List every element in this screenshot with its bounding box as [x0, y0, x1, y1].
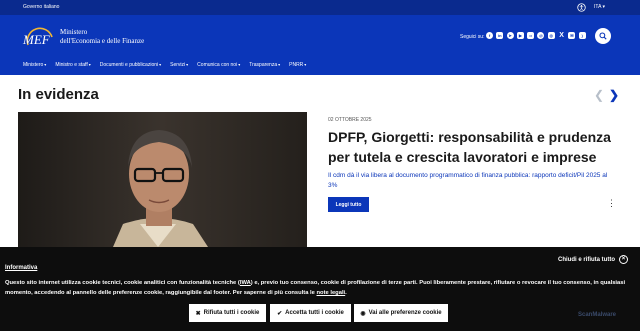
chevron-down-icon: ▾ [159, 62, 162, 67]
social-links: f in ➤ ▶ •• @ ◎ X ✉ ) [486, 32, 589, 39]
accessibility-icon[interactable] [577, 3, 586, 12]
flickr-icon[interactable]: •• [527, 32, 535, 39]
nav-documenti-e-pubblicazioni[interactable]: Documenti e pubblicazioni▾ [100, 62, 161, 68]
organization-name[interactable]: Ministero dell'Economia e delle Finanze [60, 28, 144, 46]
article-date: 02 OTTOBRE 2025 [328, 117, 372, 123]
chevron-down-icon: ▾ [44, 62, 47, 67]
chevron-down-icon: ▾ [88, 62, 91, 67]
article-photo[interactable] [18, 112, 307, 247]
more-options-icon[interactable]: ⋮ [607, 199, 616, 208]
top-strip: Governo italiano ITA ▾ [0, 0, 640, 15]
email-icon[interactable]: ✉ [568, 32, 576, 39]
section-title: In evidenza [18, 86, 99, 103]
search-icon [599, 32, 607, 40]
cookie-preferences-button[interactable]: ◉ Vai alle preferenze cookie [354, 304, 448, 322]
article-summary: Il cdm dà il via libera al documento pro… [328, 172, 608, 189]
follow-label: Seguici su: [460, 34, 485, 40]
telegram-icon[interactable]: ➤ [506, 32, 514, 39]
mef-logo[interactable]: MEF [22, 25, 56, 51]
chevron-down-icon: ▾ [602, 4, 606, 10]
nav-trasparenza[interactable]: Trasparenza▾ [249, 62, 280, 68]
language-selector[interactable]: ITA ▾ [594, 4, 605, 10]
youtube-icon[interactable]: ▶ [516, 32, 524, 39]
nav-ministero[interactable]: Ministero▾ [23, 62, 46, 68]
facebook-icon[interactable]: f [486, 32, 493, 39]
cookie-text: Questo sito internet utilizza cookie tec… [5, 280, 626, 296]
site-header: MEF Ministero dell'Economia e delle Fina… [0, 15, 640, 75]
search-button[interactable] [595, 28, 611, 44]
carousel-next-icon[interactable]: ❯ [609, 89, 619, 101]
chevron-down-icon: ▾ [304, 62, 307, 67]
cookie-banner: Chiudi e rifiuta tutto × Informativa Que… [0, 247, 640, 331]
chevron-down-icon: ▾ [278, 62, 281, 67]
rss-icon[interactable]: ) [578, 32, 586, 39]
nav-ministro-e-staff[interactable]: Ministro e staff▾ [55, 62, 90, 68]
close-and-reject-button[interactable]: Chiudi e rifiuta tutto × [558, 255, 628, 264]
accept-all-cookies-button[interactable]: ✔ Accetta tutti i cookie [270, 304, 351, 322]
scanmalware-watermark: ScanMalware [578, 312, 617, 318]
cookie-title: Informativa [5, 265, 38, 271]
threads-icon[interactable]: @ [537, 32, 545, 39]
government-link[interactable]: Governo italiano [23, 4, 59, 10]
iwa-link[interactable]: IWA [240, 280, 251, 286]
svg-text:MEF: MEF [22, 32, 51, 47]
nav-servizi[interactable]: Servizi▾ [170, 62, 188, 68]
main-nav: Ministero▾ Ministro e staff▾ Documenti e… [23, 62, 315, 68]
eye-icon: ◉ [360, 310, 366, 317]
x-icon[interactable]: X [558, 32, 565, 39]
chevron-down-icon: ▾ [186, 62, 189, 67]
instagram-icon[interactable]: ◎ [547, 32, 555, 39]
legal-notes-link[interactable]: note legali [317, 290, 346, 296]
linkedin-icon[interactable]: in [496, 32, 504, 39]
nav-comunica-con-noi[interactable]: Comunica con noi▾ [197, 62, 240, 68]
close-icon: ✖ [195, 310, 201, 317]
reject-all-cookies-button[interactable]: ✖ Rifiuta tutti i cookie [189, 304, 266, 322]
chevron-down-icon: ▾ [238, 62, 241, 67]
nav-pnrr[interactable]: PNRR▾ [289, 62, 306, 68]
article-headline[interactable]: DPFP, Giorgetti: responsabilità e pruden… [328, 127, 618, 167]
check-icon: ✔ [277, 310, 283, 317]
read-more-button[interactable]: Leggi tutto [328, 197, 369, 212]
carousel-prev-icon[interactable]: ❮ [594, 89, 604, 101]
close-icon: × [619, 255, 628, 264]
